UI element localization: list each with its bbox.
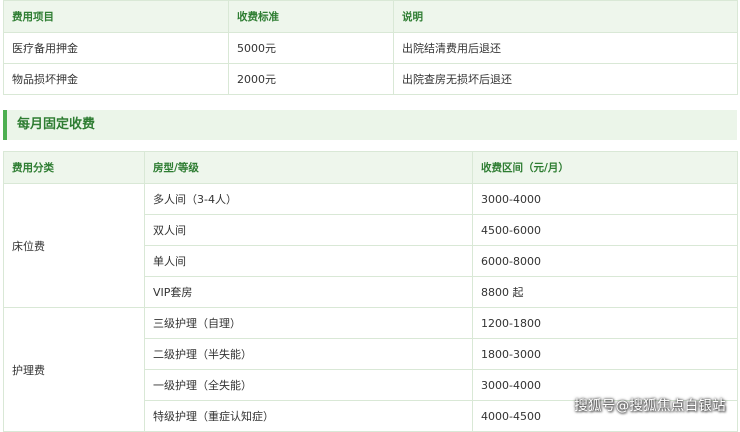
table-row: 医疗备用押金 5000元 出院结清费用后退还 [3,32,738,64]
price-range-cell: 8800 起 [472,276,738,308]
price-range-cell: 4500-6000 [472,214,738,246]
price-range-cell: 6000-8000 [472,245,738,277]
fee-standard-cell: 5000元 [228,32,394,64]
table-row: 物品损坏押金 2000元 出院查房无损坏后退还 [3,63,738,95]
fee-note-cell: 出院结清费用后退还 [393,32,738,64]
column-header: 说明 [393,0,738,33]
care-level-cell: 特级护理（重症认知症） [144,400,473,432]
fee-note-cell: 出院查房无损坏后退还 [393,63,738,95]
care-level-cell: 一级护理（全失能） [144,369,473,401]
column-header: 收费区间（元/月） [472,151,738,184]
column-header: 房型/等级 [144,151,473,184]
room-type-cell: 单人间 [144,245,473,277]
fee-item-cell: 物品损坏押金 [3,63,229,95]
table-header-row: 费用分类 房型/等级 收费区间（元/月） [3,151,738,184]
price-range-cell: 1200-1800 [472,307,738,339]
monthly-fee-table: 费用分类 房型/等级 收费区间（元/月） 床位费 多人间（3-4人） 3000-… [3,151,738,432]
table-row: 床位费 多人间（3-4人） 3000-4000 [3,183,738,308]
care-level-cell: 三级护理（自理） [144,307,473,339]
table-row: 护理费 三级护理（自理） 1200-1800 [3,307,738,432]
table-header-row: 费用项目 收费标准 说明 [3,0,738,33]
room-type-cell: 多人间（3-4人） [144,183,473,215]
room-type-cell: VIP套房 [144,276,473,308]
fee-standard-cell: 2000元 [228,63,394,95]
price-range-cell: 1800-3000 [472,338,738,370]
fee-item-cell: 医疗备用押金 [3,32,229,64]
column-header: 费用分类 [3,151,145,184]
column-header: 收费标准 [228,0,394,33]
care-level-cell: 二级护理（半失能） [144,338,473,370]
category-cell: 护理费 [3,307,145,432]
section-title: 每月固定收费 [3,110,737,140]
price-range-cell: 3000-4000 [472,183,738,215]
deposit-table: 费用项目 收费标准 说明 医疗备用押金 5000元 出院结清费用后退还 物品损坏… [3,0,738,95]
watermark: 搜狐号@搜狐焦点白银站 [574,398,726,414]
category-cell: 床位费 [3,183,145,308]
column-header: 费用项目 [3,0,229,33]
room-type-cell: 双人间 [144,214,473,246]
